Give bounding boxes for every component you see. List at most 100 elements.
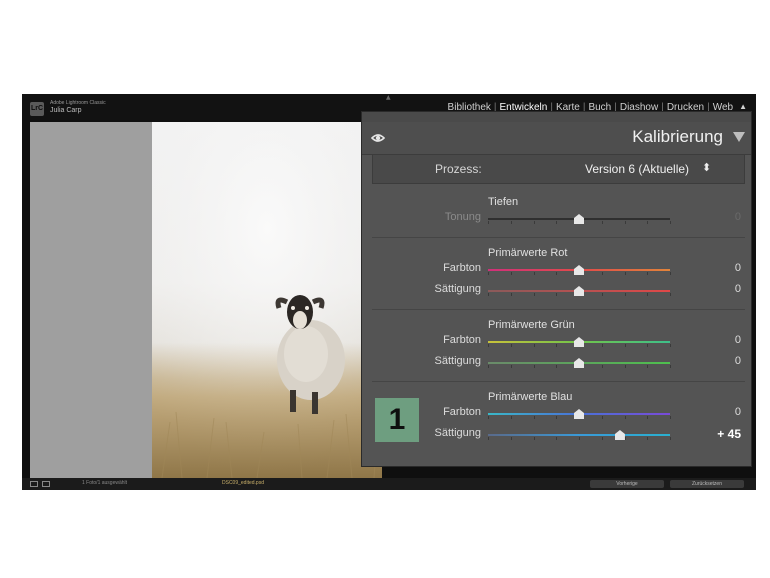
slider-tick (647, 344, 649, 347)
slider-value[interactable]: 0 (735, 211, 741, 223)
loupe-view-icon[interactable] (30, 481, 38, 487)
slider-tick (601, 272, 603, 275)
slider-tick (533, 293, 535, 296)
filmstrip-info: 1 Foto/1 ausgewählt (82, 480, 128, 486)
slider-tick (556, 416, 558, 419)
slider-tick (647, 272, 649, 275)
collapse-triangle-icon[interactable] (733, 132, 745, 142)
process-row[interactable]: Prozess: Version 6 (Aktuelle) ⬍ (372, 154, 745, 184)
slider-tick (601, 437, 603, 440)
slider-tick (488, 365, 489, 368)
section-title: Primärwerte Blau (488, 391, 573, 403)
slider-tick (510, 365, 512, 368)
reset-button[interactable]: Zurücksetzen (670, 480, 744, 488)
slider-tick (510, 272, 512, 275)
collapse-top-icon[interactable]: ▲ (386, 94, 391, 101)
photo-preview (152, 122, 382, 478)
slider-label: Sättigung (434, 427, 481, 439)
slider-value[interactable]: 0 (735, 355, 741, 367)
slider-tick (624, 344, 626, 347)
previous-button[interactable]: Vorherige (590, 480, 664, 488)
panel-header[interactable]: Kalibrierung (362, 122, 751, 155)
section-divider (372, 237, 745, 238)
slider-thumb[interactable] (614, 430, 625, 440)
updown-arrows-icon: ⬍ (702, 162, 712, 174)
slider-thumb[interactable] (574, 286, 584, 296)
section-title: Primärwerte Grün (488, 319, 575, 331)
slider-tick (670, 221, 671, 224)
slider-tick (624, 365, 626, 368)
slider-tick (488, 416, 489, 419)
panel-title: Kalibrierung (632, 127, 723, 146)
slider-tick (601, 293, 603, 296)
slider-tick (670, 416, 671, 419)
slider-value[interactable]: 0 (735, 406, 741, 418)
slider-value[interactable]: + 45 (717, 427, 741, 441)
slider-tick (647, 365, 649, 368)
slider-tick (488, 272, 489, 275)
slider-tick (579, 437, 580, 440)
slider-tick (647, 221, 649, 224)
slider-track[interactable] (488, 434, 670, 436)
slider-thumb[interactable] (574, 265, 584, 275)
slider-value[interactable]: 0 (735, 283, 741, 295)
slider-thumb[interactable] (574, 358, 584, 368)
eye-icon[interactable] (371, 131, 385, 145)
slider-tick (670, 365, 671, 368)
slider-tick (624, 293, 626, 296)
slider-label: Farbton (443, 262, 481, 274)
bottom-toolbar: 1 Foto/1 ausgewählt DSC09_edited.psd Vor… (22, 478, 756, 490)
filename: DSC09_edited.psd (222, 480, 264, 486)
slider-tick (670, 344, 671, 347)
slider-tick (556, 221, 558, 224)
user-name: Julia Carp (50, 107, 82, 114)
slider-tick (488, 293, 489, 296)
process-select[interactable]: Version 6 (Aktuelle) (585, 162, 689, 176)
sheep-in-fog-image (152, 122, 382, 478)
slider-tick (510, 437, 512, 440)
slider-tick (533, 221, 535, 224)
section-title: Tiefen (488, 196, 519, 208)
compare-view-icon[interactable] (42, 481, 50, 487)
section-title: Primärwerte Rot (488, 247, 568, 259)
slider-tick (601, 221, 603, 224)
app-name: Adobe Lightroom Classic (50, 100, 106, 106)
slider-tick (601, 416, 603, 419)
slider-tick (601, 344, 603, 347)
slider-tick (533, 365, 535, 368)
slider-tick (510, 344, 512, 347)
slider-thumb[interactable] (574, 337, 584, 347)
slider-tick (488, 437, 489, 440)
slider-thumb[interactable] (574, 409, 584, 419)
section-divider (372, 381, 745, 382)
slider-label: Tonung (444, 211, 481, 223)
slider-tick (488, 344, 489, 347)
slider-tick (647, 293, 649, 296)
slider-tick (556, 344, 558, 347)
slider-tick (488, 221, 489, 224)
slider-tick (510, 416, 512, 419)
slider-ticks (488, 437, 671, 441)
slider-tick (647, 416, 649, 419)
slider-tick (670, 272, 671, 275)
slider-tick (624, 272, 626, 275)
slider-label: Sättigung (434, 355, 481, 367)
left-panel-collapsed (30, 122, 152, 478)
slider-value[interactable]: 0 (735, 334, 741, 346)
slider-tick (670, 293, 671, 296)
slider-tick (533, 344, 535, 347)
process-label: Prozess: (435, 162, 482, 176)
slider-tick (556, 437, 558, 440)
section-divider (372, 309, 745, 310)
slider-thumb[interactable] (574, 214, 584, 224)
slider-tick (533, 272, 535, 275)
slider-tick (601, 365, 603, 368)
slider-tick (533, 416, 535, 419)
slider-tick (624, 221, 626, 224)
slider-tick (670, 437, 671, 440)
calibration-panel: Kalibrierung Prozess: Version 6 (Aktuell… (361, 111, 752, 467)
slider-tick (510, 293, 512, 296)
slider-tick (647, 437, 649, 440)
slider-value[interactable]: 0 (735, 262, 741, 274)
slider-label: Farbton (443, 406, 481, 418)
